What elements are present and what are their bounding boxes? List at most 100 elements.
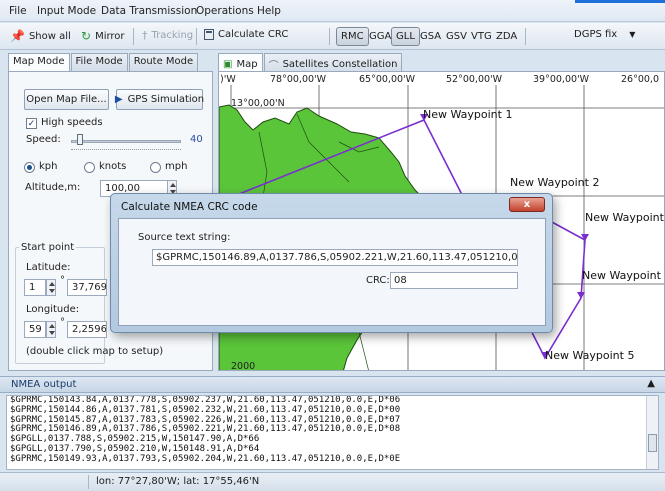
tracking-label: Tracking — [151, 30, 194, 41]
tab-satellites[interactable]: ⌒ Satellites Constellation — [263, 53, 403, 72]
cursor-coordinates: lon: 77°27,80'W; lat: 17°55,46'N — [96, 476, 260, 487]
mirror-label: Mirror — [95, 30, 125, 42]
pushpin-icon: 📌 — [10, 29, 25, 43]
knots-label: knots — [99, 161, 127, 172]
calculate-crc-button[interactable]: Calculate CRC — [204, 29, 288, 40]
setup-hint: (double click map to setup) — [26, 346, 164, 357]
tab-satellites-label: Satellites Constellation — [282, 58, 398, 70]
start-point-label: Start point — [19, 242, 77, 253]
longitude-label: Longitude: — [26, 304, 80, 315]
speed-slider-thumb[interactable] — [77, 134, 83, 145]
dialog-title: Calculate NMEA CRC code — [121, 201, 258, 213]
menu-data-transmission[interactable]: Data Transmission — [101, 5, 197, 17]
dialog-close-button[interactable]: x — [509, 197, 545, 212]
longitude-minutes-input[interactable]: 2,2596 — [67, 321, 107, 338]
tracking-button[interactable]: † Tracking — [142, 29, 193, 42]
tab-map-mode[interactable]: Map Mode — [8, 53, 70, 72]
lat-label: 13°00,00'N — [231, 98, 285, 109]
waypoint-label: New Waypoint - — [582, 269, 665, 282]
nmea-output-header: NMEA output ▲ — [0, 376, 665, 393]
latitude-minutes-input[interactable]: 37,7694 — [67, 279, 107, 296]
play-icon: ▶ — [114, 94, 123, 105]
high-speeds-checkbox[interactable]: ✓ — [26, 118, 37, 129]
latitude-degrees-input[interactable]: 1 — [24, 279, 46, 296]
toolbar: 📌 Show all ↻ Mirror † Tracking Calculate… — [0, 23, 665, 50]
waypoint-label: New Waypoint 1 — [423, 108, 512, 121]
zda-toggle[interactable]: ZDA — [491, 27, 522, 46]
toolbar-separator — [196, 28, 197, 45]
crc-dialog: Calculate NMEA CRC code x Source text st… — [110, 193, 553, 333]
lon-label: )'W — [220, 74, 236, 85]
refresh-arrows-icon: ↻ — [81, 29, 92, 43]
list-item: $GPRMC,150149.93,A,0137.793,S,05902.204,… — [10, 453, 401, 464]
latitude-degrees-spinner[interactable] — [46, 279, 56, 296]
show-all-label: Show all — [28, 30, 71, 42]
tab-route-mode[interactable]: Route Mode — [128, 53, 199, 71]
lon-label: 52°00,00'W — [446, 74, 503, 85]
dropdown-arrow-icon: ▼ — [629, 30, 636, 39]
gps-simulation-button[interactable]: ▶ GPS Simulation — [114, 89, 205, 110]
pin-icon: † — [142, 29, 148, 42]
degree-symbol: ° — [60, 275, 65, 286]
altitude-label: Altitude,m: — [25, 182, 81, 193]
waypoint-label: New Waypoint 5 — [545, 349, 634, 362]
latitude-label: Latitude: — [26, 262, 71, 273]
tab-map[interactable]: ▣ Map — [218, 53, 263, 72]
crc-label: CRC: — [366, 275, 390, 286]
toolbar-separator — [525, 28, 526, 45]
high-speeds-label: High speeds — [41, 117, 103, 128]
degree-symbol: ° — [60, 317, 65, 328]
status-bar: lon: 77°27,80'W; lat: 17°55,46'N — [0, 472, 665, 491]
mph-radio[interactable] — [150, 162, 161, 173]
mph-label: mph — [165, 161, 188, 172]
status-divider — [88, 475, 89, 489]
speed-label: Speed: — [26, 134, 61, 145]
globe-map-icon: ▣ — [223, 58, 233, 70]
lon-label: 65°00,00'W — [359, 74, 416, 85]
mirror-button[interactable]: ↻ Mirror — [81, 29, 125, 43]
source-text-input[interactable]: $GPRMC,150146.89,A,0137.786,S,05902.221,… — [152, 249, 518, 266]
speed-slider-track[interactable] — [71, 140, 181, 143]
window-edge-highlight — [575, 0, 665, 3]
longitude-degrees-input[interactable]: 59 — [24, 321, 46, 338]
toolbar-separator — [133, 28, 134, 45]
waypoint-label: New Waypoint 2 — [510, 176, 599, 189]
lon-label: 39°00,00'W — [533, 74, 590, 85]
crc-value-field[interactable]: 08 — [390, 272, 518, 289]
show-all-button[interactable]: 📌 Show all — [10, 29, 71, 43]
collapse-icon[interactable]: ▲ — [647, 378, 655, 389]
longitude-degrees-spinner[interactable] — [46, 321, 56, 338]
speed-value: 40 — [190, 134, 203, 145]
tab-map-label: Map — [236, 58, 258, 70]
open-map-file-button[interactable]: Open Map File... — [24, 89, 109, 110]
dialog-body: Source text string: $GPRMC,150146.89,A,0… — [118, 218, 546, 326]
waypoint-marker[interactable] — [581, 234, 589, 241]
lon-label: 78°00,00'W — [270, 74, 327, 85]
kph-label: kph — [39, 161, 58, 172]
menu-file[interactable]: File — [9, 5, 27, 17]
speed-slider-ticks — [71, 147, 181, 150]
satellite-dish-icon: ⌒ — [268, 60, 279, 72]
calculator-icon — [204, 29, 214, 40]
fix-mode-value: DGPS fix — [574, 29, 618, 40]
source-text-label: Source text string: — [138, 232, 231, 243]
open-map-file-label: Open Map File... — [26, 94, 107, 105]
lon-label: 26°00,0 — [621, 74, 659, 85]
toolbar-separator — [329, 28, 330, 45]
waypoint-label: New Waypoint — [585, 211, 665, 224]
scrollbar-thumb[interactable] — [648, 434, 657, 452]
menu-operations[interactable]: Operations — [196, 5, 254, 17]
fix-mode-dropdown[interactable]: DGPS fix ▼ — [574, 29, 635, 40]
menu-bar: File Input Mode Data Transmission Operat… — [0, 0, 665, 22]
tab-file-mode[interactable]: File Mode — [70, 53, 128, 71]
calculate-crc-label: Calculate CRC — [218, 29, 289, 40]
nmea-output-list[interactable]: $GPRMC,150143.84,A,0137.778,S,05902.237,… — [6, 395, 659, 470]
menu-input-mode[interactable]: Input Mode — [37, 5, 96, 17]
kph-radio[interactable] — [24, 162, 35, 173]
gps-simulation-label: GPS Simulation — [127, 94, 205, 105]
knots-radio[interactable] — [84, 162, 95, 173]
nmea-output-title: NMEA output — [11, 379, 77, 390]
menu-help[interactable]: Help — [257, 5, 281, 17]
vertical-scrollbar[interactable] — [646, 396, 658, 469]
lat-label-cut: 2000 — [231, 361, 255, 371]
